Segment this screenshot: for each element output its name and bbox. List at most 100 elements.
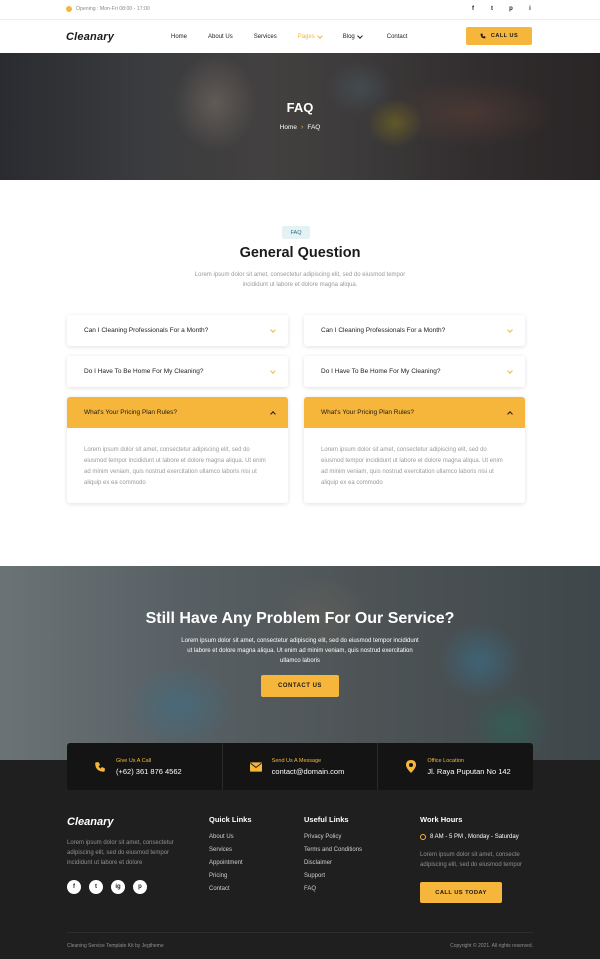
twitter-icon[interactable]: t [89,880,103,894]
useful-links: Useful Links Privacy Policy Terms and Co… [304,815,362,899]
footer-link[interactable]: Contact [209,886,252,892]
breadcrumb-current: FAQ [307,124,321,131]
faq-question-text: What's Your Pricing Plan Rules? [321,409,415,416]
footer-link[interactable]: Support [304,873,362,879]
contact-label: Office Location [427,757,464,764]
instagram-icon[interactable]: i [526,6,534,12]
footer-social-links: f t ig p [67,880,147,894]
contact-location[interactable]: Office Location Jl. Raya Puputan No 142 [378,743,533,790]
faq-question[interactable]: Do I Have To Be Home For My Cleaning? [304,356,525,387]
faq-item-open[interactable]: What's Your Pricing Plan Rules? Lorem ip… [304,397,525,503]
faq-question-text: What's Your Pricing Plan Rules? [84,409,178,416]
opening-text: Opening : Mon-Fri 08:00 - 17:00 [76,6,150,12]
top-social-links: f t p i [469,6,534,12]
footer-link[interactable]: FAQ [304,886,362,892]
faq-question[interactable]: What's Your Pricing Plan Rules? [67,397,288,428]
cta-text: Lorem ipsum dolor sit amet, consectetur … [181,638,419,664]
footer-copyright: Copyright © 2021. All rights reserved. [450,943,533,949]
section-title: General Question [239,245,361,261]
work-hours-time: 8 AM - 5 PM , Monday - Saturday [420,834,535,840]
nav-item-blog[interactable]: Blog [342,32,363,40]
nav-label: Contact [386,33,408,40]
breadcrumb-home[interactable]: Home [280,124,297,131]
footer-link[interactable]: About Us [209,834,252,840]
contact-value: contact@domain.com [271,766,345,776]
nav-label: Home [171,33,188,40]
facebook-icon[interactable]: f [469,6,477,12]
chevron-down-icon [270,326,276,333]
footer-link[interactable]: Appointment [209,860,252,866]
call-us-label: CALL US [490,33,519,39]
page-hero: FAQ Home › FAQ [0,53,600,180]
footer-link[interactable]: Disclaimer [304,860,362,866]
faq-item-open[interactable]: What's Your Pricing Plan Rules? Lorem ip… [67,397,288,503]
contact-value: (+62) 361 876 4562 [116,766,182,776]
quick-links: Quick Links About Us Services Appointmen… [209,815,252,899]
faq-item[interactable]: Can I Cleaning Professionals For a Month… [304,315,525,346]
faq-item[interactable]: Can I Cleaning Professionals For a Month… [67,315,288,346]
contact-label: Give Us A Call [116,757,152,764]
cta-title: Still Have Any Problem For Our Service? [145,610,455,627]
faq-item[interactable]: Do I Have To Be Home For My Cleaning? [304,356,525,387]
nav-item-contact[interactable]: Contact [387,34,408,40]
logo[interactable]: Cleanary [66,31,114,43]
faq-question[interactable]: Can I Cleaning Professionals For a Month… [304,315,525,346]
footer-logo[interactable]: Cleanary [67,816,113,828]
twitter-icon[interactable]: t [488,6,496,12]
faq-answer: Lorem ipsum dolor sit amet, consectetur … [321,447,503,486]
chevron-down-icon [270,367,276,374]
main-navigation: Cleanary Home About Us Services Pages Bl… [0,20,600,53]
pinterest-icon[interactable]: p [133,880,147,894]
faq-question-text: Do I Have To Be Home For My Cleaning? [84,368,204,375]
contact-value: Jl. Raya Puputan No 142 [427,766,511,776]
nav-label: Pages [297,33,315,40]
nav-item-services[interactable]: Services [254,34,277,40]
facebook-icon[interactable]: f [67,880,81,894]
nav-item-pages[interactable]: Pages [297,32,323,40]
work-hours: Work Hours 8 AM - 5 PM , Monday - Saturd… [420,815,535,903]
instagram-icon[interactable]: ig [111,880,125,894]
faq-question[interactable]: Can I Cleaning Professionals For a Month… [67,315,288,346]
work-hours-text: 8 AM - 5 PM , Monday - Saturday [430,834,519,840]
contact-us-button[interactable]: CONTACT US [261,675,339,697]
chevron-up-icon [270,410,276,417]
section-subtitle: Lorem ipsum dolor sit amet, consectetur … [194,272,406,288]
contact-label: Send Us A Message [271,757,322,764]
mail-icon [249,761,262,773]
pinterest-icon[interactable]: p [507,6,515,12]
nav-label: Services [253,33,277,40]
call-us-button[interactable]: CALL US [466,27,532,45]
faq-item[interactable]: Do I Have To Be Home For My Cleaning? [67,356,288,387]
opening-hours: Opening : Mon-Fri 08:00 - 17:00 [66,6,150,12]
chevron-up-icon [507,410,513,417]
footer-link[interactable]: Terms and Conditions [304,847,362,853]
faq-question[interactable]: What's Your Pricing Plan Rules? [304,397,525,428]
quick-links-title: Quick Links [209,815,252,824]
page-title: FAQ [286,100,314,115]
nav-item-about[interactable]: About Us [208,34,233,40]
work-hours-description: Lorem ipsum dolor sit amet, consecte adi… [420,852,523,868]
footer-link[interactable]: Services [209,847,252,853]
call-us-today-button[interactable]: CALL US TODAY [420,882,502,903]
footer-link[interactable]: Privacy Policy [304,834,362,840]
faq-question[interactable]: Do I Have To Be Home For My Cleaning? [67,356,288,387]
chevron-down-icon [316,32,323,39]
section-badge: FAQ [282,226,310,239]
chevron-down-icon [356,32,363,39]
phone-icon [480,33,486,39]
location-pin-icon [405,760,417,773]
nav-item-home[interactable]: Home [171,34,187,40]
top-bar: Opening : Mon-Fri 08:00 - 17:00 f t p i [0,0,600,18]
clock-icon [66,6,72,12]
phone-icon [94,761,106,773]
nav-label: Blog [342,33,355,40]
contact-call[interactable]: Give Us A Call (+62) 361 876 4562 [67,743,223,790]
faq-question-text: Can I Cleaning Professionals For a Month… [321,327,446,334]
useful-links-title: Useful Links [304,815,349,824]
faq-answer: Lorem ipsum dolor sit amet, consectetur … [84,447,266,486]
footer-link[interactable]: Pricing [209,873,252,879]
nav-label: About Us [208,33,233,40]
contact-message[interactable]: Send Us A Message contact@domain.com [223,743,379,790]
cta-section: Still Have Any Problem For Our Service? … [0,566,600,760]
nav-menu: Home About Us Services Pages Blog Contac… [171,20,407,53]
